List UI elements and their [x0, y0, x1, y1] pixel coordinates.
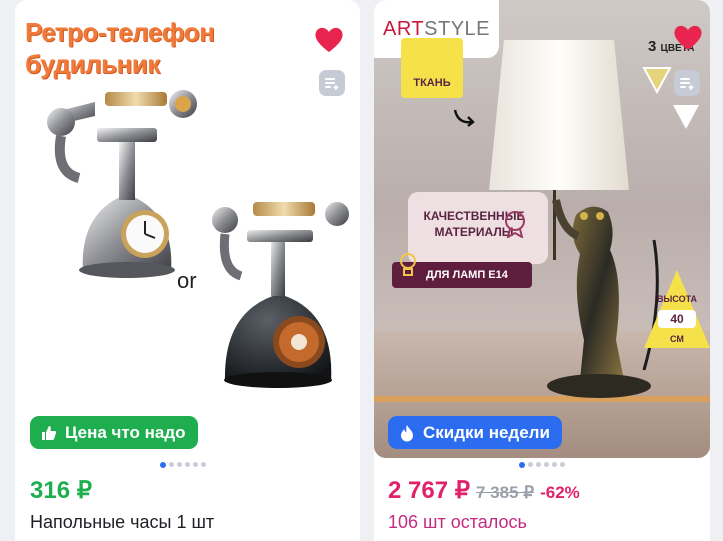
feature-lamp-label: ДЛЯ ЛАМП Е14: [426, 269, 508, 281]
carousel-dots[interactable]: [519, 461, 565, 468]
carousel-dots[interactable]: [160, 461, 206, 468]
product-image[interactable]: ART STYLE ТКАНЬ 3 ЦВЕТА КАЧЕСТВЕННЫЕ МАТЕ…: [374, 0, 710, 458]
carousel-dot[interactable]: [536, 462, 541, 467]
compare-icon[interactable]: [674, 70, 700, 96]
discount-badge: Скидки недели: [388, 416, 562, 449]
color-swatch-icon: [673, 105, 699, 129]
colors-count-value: 3: [648, 38, 657, 55]
feature-height-value: 40: [670, 312, 684, 326]
black-phone-clock-illustration: [212, 202, 349, 388]
feature-fabric-label: ТКАНЬ: [413, 77, 451, 89]
carousel-dot[interactable]: [193, 462, 198, 467]
brand-part-2: STYLE: [424, 17, 490, 40]
badge-label: Цена что надо: [65, 422, 186, 442]
promo-line-1: Ретро-телефон: [25, 17, 215, 47]
rotate-arrow-icon: [453, 109, 475, 127]
product-title[interactable]: Напольные часы 1 шт: [30, 512, 214, 533]
favorite-heart-icon[interactable]: [313, 24, 345, 54]
feature-height: 40: [658, 310, 696, 328]
promo-line-2: будильник: [25, 49, 160, 79]
quality-medal-icon: [505, 211, 525, 238]
color-swatch-icon: [642, 67, 672, 94]
feature-fabric: ТКАНЬ: [401, 38, 463, 98]
product-grid: Ретро-телефон будильник or Цена что надо…: [0, 0, 723, 541]
carousel-dot[interactable]: [185, 462, 190, 467]
current-price: 316 ₽: [30, 477, 92, 504]
carousel-dot[interactable]: [552, 462, 557, 467]
current-price: 2 767 ₽: [388, 477, 470, 504]
stock-left: 106 шт осталось: [388, 512, 527, 532]
compare-icon[interactable]: [319, 70, 345, 96]
product-image[interactable]: Ретро-телефон будильник or: [15, 0, 360, 455]
price-row: 2 767 ₽ 7 385 ₽ -62%: [388, 476, 580, 505]
carousel-dot[interactable]: [169, 462, 174, 467]
discount-percent: -62%: [540, 483, 580, 502]
feature-height-unit: СМ: [670, 334, 684, 344]
carousel-dot[interactable]: [177, 462, 182, 467]
bulb-icon: [400, 253, 416, 276]
flame-icon: [401, 424, 413, 441]
silver-phone-clock-illustration: [47, 90, 197, 278]
carousel-dot[interactable]: [528, 462, 533, 467]
carousel-dot[interactable]: [519, 461, 525, 468]
favorite-heart-icon[interactable]: [672, 22, 704, 52]
carousel-dot[interactable]: [201, 462, 206, 467]
carousel-dot[interactable]: [560, 462, 565, 467]
product-card-cat-lamp[interactable]: ART STYLE ТКАНЬ 3 ЦВЕТА КАЧЕСТВЕННЫЕ МАТЕ…: [374, 0, 710, 541]
product-card-phone-clock[interactable]: Ретро-телефон будильник or Цена что надо…: [15, 0, 360, 541]
thumbs-up-icon: [42, 425, 57, 440]
old-price: 7 385 ₽: [476, 483, 535, 502]
price-row: 316 ₽: [30, 476, 92, 505]
feature-height-label: ВЫСОТА: [656, 294, 698, 304]
promo-text: Ретро-телефон будильник: [25, 16, 215, 80]
carousel-dot[interactable]: [160, 461, 166, 468]
brand-part-1: ART: [383, 17, 425, 40]
carousel-dot[interactable]: [544, 462, 549, 467]
badge-label: Скидки недели: [423, 422, 550, 442]
image-caption: or: [177, 268, 197, 293]
price-badge: Цена что надо: [30, 416, 198, 449]
